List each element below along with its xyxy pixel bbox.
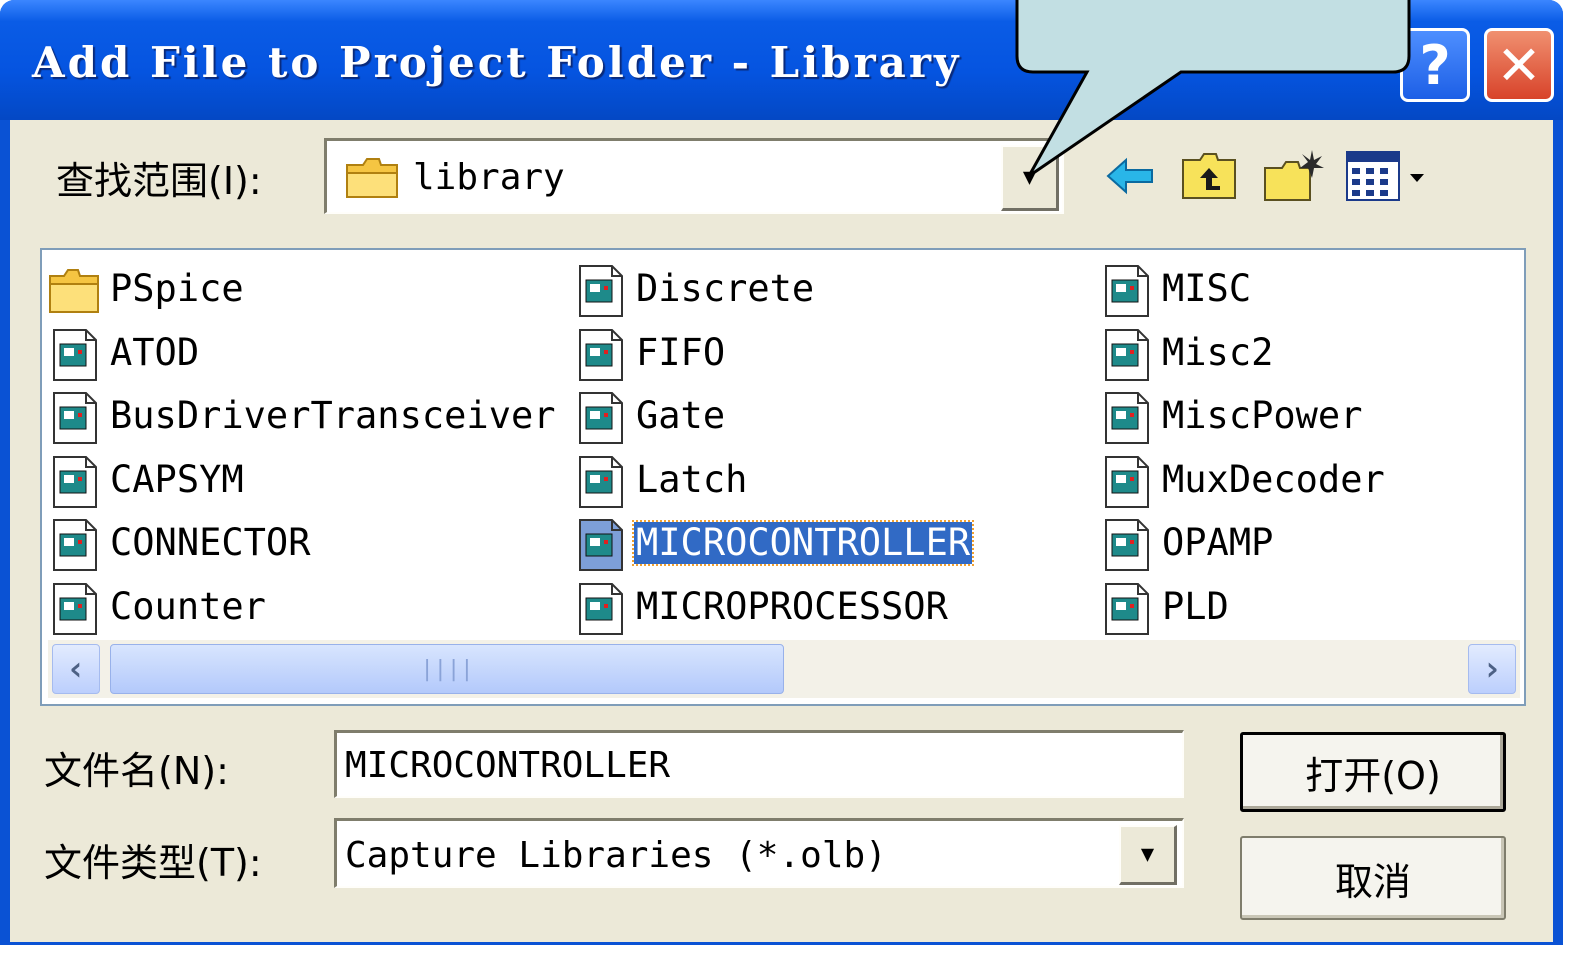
- library-file-icon: [53, 455, 97, 508]
- file-name: Misc2: [1162, 330, 1274, 374]
- callout-bubble: [1015, 0, 1411, 178]
- filetype-label: 文件类型(T):: [44, 841, 262, 885]
- filetype-dropdown-button[interactable]: ▼: [1119, 825, 1177, 885]
- file-name: Latch: [636, 457, 748, 501]
- dialog-title: Add File to Project Folder - Library: [32, 38, 962, 87]
- library-file-icon: [53, 392, 97, 444]
- grip-icon: ||||: [420, 656, 474, 682]
- library-file-icon: [1105, 582, 1149, 635]
- file-name: PSpice: [110, 267, 244, 310]
- file-name: FIFO: [636, 330, 726, 374]
- lookin-value: library: [413, 157, 565, 198]
- library-file-icon: [1105, 328, 1149, 381]
- filetype-combobox[interactable]: Capture Libraries (*.olb) ▼: [334, 818, 1184, 888]
- filename-field[interactable]: MICROCONTROLLER: [334, 730, 1184, 798]
- library-file-icon: [579, 582, 623, 635]
- library-file-icon: [1105, 392, 1149, 444]
- filetype-value: Capture Libraries (*.olb): [345, 835, 887, 876]
- file-name: OPAMP: [1162, 521, 1274, 564]
- library-file-icon: [579, 265, 623, 317]
- file-name: Discrete: [636, 267, 815, 310]
- filename-label: 文件名(N):: [44, 749, 229, 793]
- file-name: CONNECTOR: [110, 521, 311, 564]
- file-name: CAPSYM: [110, 457, 244, 501]
- library-file-icon: [1105, 265, 1149, 317]
- library-file-icon: [53, 328, 97, 381]
- library-file-icon: [53, 519, 97, 571]
- file-name: BusDriverTransceiver: [110, 394, 556, 437]
- filename-value: MICROCONTROLLER: [345, 745, 671, 786]
- scroll-right-button[interactable]: ›: [1468, 644, 1516, 694]
- library-file-icon: [579, 455, 623, 508]
- folder-icon: [346, 158, 398, 198]
- library-file-icon: [579, 519, 623, 571]
- library-file-icon: [1105, 455, 1149, 508]
- horizontal-scrollbar[interactable]: ‹ |||| ›: [48, 640, 1520, 698]
- file-name: MISC: [1162, 267, 1252, 310]
- chevron-right-icon: ›: [1481, 649, 1503, 689]
- lookin-combobox[interactable]: library ▼: [324, 138, 1064, 214]
- file-name: Counter: [110, 584, 266, 628]
- library-file-icon: [579, 392, 623, 444]
- file-name: PLD: [1162, 584, 1229, 628]
- library-file-icon: [1105, 519, 1149, 571]
- scroll-left-button[interactable]: ‹: [52, 644, 100, 694]
- file-name: MiscPower: [1162, 394, 1363, 437]
- library-file-icon: [53, 582, 97, 635]
- chevron-left-icon: ‹: [65, 649, 87, 689]
- file-name: MICROPROCESSOR: [636, 584, 948, 628]
- open-button[interactable]: 打开(O): [1240, 732, 1506, 812]
- file-name: MuxDecoder: [1162, 457, 1385, 501]
- library-file-icon: [579, 328, 623, 381]
- folder-icon: [49, 269, 99, 313]
- file-name: ATOD: [110, 330, 200, 374]
- cancel-button[interactable]: 取消: [1240, 836, 1506, 920]
- file-name: Gate: [636, 394, 726, 437]
- file-name: MICROCONTROLLER: [631, 520, 975, 566]
- scrollbar-thumb[interactable]: ||||: [110, 644, 784, 694]
- chevron-down-icon: ▼: [1140, 842, 1155, 867]
- lookin-label: 查找范围(I):: [56, 159, 262, 203]
- file-list[interactable]: PSpice ATOD BusDriverTransceiver CAPSYM CONN…: [40, 248, 1526, 706]
